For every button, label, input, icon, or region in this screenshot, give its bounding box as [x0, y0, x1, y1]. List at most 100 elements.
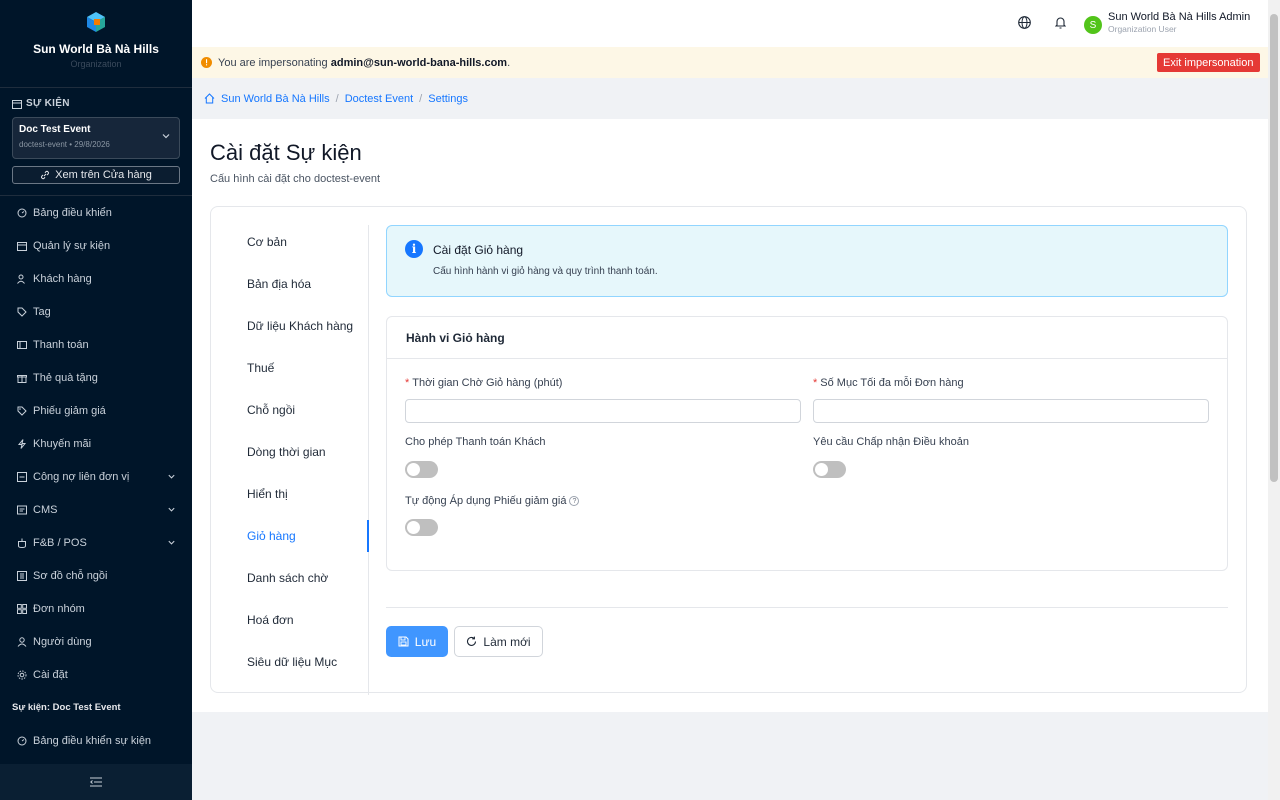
breadcrumb-separator: /	[419, 92, 423, 105]
bell-icon[interactable]	[1055, 16, 1066, 29]
require-terms-toggle[interactable]	[813, 461, 846, 478]
tab-invoice[interactable]: Hoá đơn	[247, 613, 294, 627]
event-nav-group-title: Sự kiện: Doc Test Event	[12, 702, 121, 713]
required-mark: *	[405, 377, 410, 389]
sidebar-item-label: Phiếu giảm giá	[33, 404, 106, 417]
user-menu[interactable]: S Sun World Bà Nà Hills Admin Organizati…	[1084, 11, 1250, 34]
gear-icon	[17, 670, 27, 679]
tab-timeline[interactable]: Dòng thời gian	[247, 445, 326, 459]
page-scrollbar[interactable]	[1268, 0, 1280, 800]
gift-icon	[17, 374, 27, 383]
sidebar-item-label: CMS	[33, 503, 58, 516]
cart-behavior-header: Hành vi Giỏ hàng	[387, 317, 1227, 359]
globe-icon[interactable]	[1018, 16, 1031, 29]
sidebar-item-label: Khuyến mãi	[33, 437, 92, 450]
tab-basic[interactable]: Cơ bản	[247, 235, 287, 249]
top-bar: S Sun World Bà Nà Hills Admin Organizati…	[192, 0, 1268, 47]
breadcrumb-event[interactable]: Doctest Event	[345, 93, 413, 105]
sidebar-item-payments[interactable]: Thanh toán	[0, 328, 192, 361]
org-logo-icon	[87, 12, 105, 32]
view-store-label: Xem trên Cửa hàng	[55, 169, 152, 181]
max-items-input[interactable]	[813, 399, 1209, 423]
breadcrumb-current[interactable]: Settings	[428, 93, 468, 105]
sidebar-item-label: Quản lý sự kiện	[33, 239, 111, 252]
guest-checkout-label: Cho phép Thanh toán Khách	[405, 436, 546, 448]
sidebar-item-gift-cards[interactable]: Thẻ quà tặng	[0, 361, 192, 394]
impersonation-prefix: You are impersonating	[218, 56, 331, 69]
group-order-icon	[17, 603, 27, 614]
cart-timeout-label-text: Thời gian Chờ Giỏ hàng (phút)	[412, 377, 563, 389]
calendar-icon	[17, 241, 27, 251]
sidebar-item-customers[interactable]: Khách hàng	[0, 262, 192, 295]
info-description: Cấu hình hành vi giỏ hàng và quy trình t…	[433, 266, 658, 277]
tab-item-metadata[interactable]: Siêu dữ liệu Mục	[247, 655, 337, 669]
sidebar-item-users[interactable]: Người dùng	[0, 625, 192, 658]
sidebar-item-label: Người dùng	[33, 635, 92, 648]
view-store-button[interactable]: Xem trên Cửa hàng	[12, 166, 180, 184]
sidebar-item-tag[interactable]: Tag	[0, 295, 192, 328]
sidebar-item-inter-unit-debt[interactable]: Công nợ liên đơn vị	[0, 460, 192, 493]
sidebar-item-label: Thanh toán	[33, 338, 89, 351]
info-title: Cài đặt Giỏ hàng	[433, 243, 524, 257]
sidebar-item-settings[interactable]: Cài đặt	[0, 658, 192, 691]
org-brand[interactable]: Sun World Bà Nà Hills Organization	[0, 0, 192, 88]
tab-customer-data[interactable]: Dữ liệu Khách hàng	[247, 319, 353, 333]
promo-icon	[17, 438, 27, 449]
tab-waitlist[interactable]: Danh sách chờ	[247, 571, 328, 585]
breadcrumb: Sun World Bà Nà Hills / Doctest Event / …	[192, 78, 1268, 119]
link-icon	[41, 170, 50, 180]
guest-checkout-toggle[interactable]	[405, 461, 438, 478]
sidebar-item-coupons[interactable]: Phiếu giảm giá	[0, 394, 192, 427]
event-selector[interactable]: Doc Test Event doctest-event • 29/8/2026	[12, 117, 180, 159]
user-role: Organization User	[1108, 24, 1177, 34]
sidebar-item-event-dashboard[interactable]: Bảng điều khiển sự kiện	[0, 724, 192, 757]
page-subtitle: Cấu hình cài đặt cho doctest-event	[210, 173, 380, 185]
tab-cart[interactable]: Giỏ hàng	[247, 529, 296, 543]
debt-icon	[17, 471, 27, 482]
scrollbar-thumb[interactable]	[1270, 14, 1278, 482]
breadcrumb-home[interactable]: Sun World Bà Nà Hills	[221, 93, 330, 105]
reset-button[interactable]: Làm mới	[454, 626, 543, 657]
cms-icon	[17, 505, 27, 514]
page-title: Cài đặt Sự kiện	[210, 140, 362, 165]
sidebar-item-label: Đơn nhóm	[33, 602, 85, 615]
calendar-icon	[12, 99, 22, 109]
sidebar-item-label: Cài đặt	[33, 668, 68, 681]
auto-coupon-label-text: Tự động Áp dụng Phiếu giảm giá	[405, 495, 567, 507]
info-alert: i Cài đặt Giỏ hàng Cấu hình hành vi giỏ …	[386, 225, 1228, 297]
sidebar-item-promotions[interactable]: Khuyến mãi	[0, 427, 192, 460]
required-mark: *	[813, 377, 818, 389]
impersonation-text: You are impersonating admin@sun-world-ba…	[218, 57, 510, 69]
tab-localization[interactable]: Bản địa hóa	[247, 277, 311, 291]
exit-impersonation-button[interactable]: Exit impersonation	[1157, 53, 1260, 72]
sidebar-item-label: Khách hàng	[33, 272, 92, 285]
tab-display[interactable]: Hiển thị	[247, 487, 288, 501]
tab-seating[interactable]: Chỗ ngồi	[247, 403, 295, 417]
sidebar-collapse-button[interactable]	[0, 764, 192, 800]
sidebar-item-group-orders[interactable]: Đơn nhóm	[0, 592, 192, 625]
save-label: Lưu	[414, 634, 437, 649]
menu-fold-icon	[90, 777, 102, 787]
save-button[interactable]: Lưu	[386, 626, 448, 657]
impersonated-email: admin@sun-world-bana-hills.com	[330, 56, 508, 69]
event-selector-meta: doctest-event • 29/8/2026	[19, 140, 110, 149]
sidebar-item-seat-map[interactable]: Sơ đồ chỗ ngồi	[0, 559, 192, 592]
sidebar-item-events[interactable]: Quản lý sự kiện	[0, 229, 192, 262]
sidebar-item-cms[interactable]: CMS	[0, 493, 192, 526]
reset-label: Làm mới	[483, 634, 531, 649]
dashboard-icon	[17, 208, 27, 217]
max-items-label-text: Số Mục Tối đa mỗi Đơn hàng	[820, 377, 964, 389]
sidebar-item-fnb-pos[interactable]: F&B / POS	[0, 526, 192, 559]
help-icon[interactable]: ?	[569, 496, 580, 507]
user-icon	[17, 636, 27, 647]
settings-tabs: Cơ bản Bản địa hóa Dữ liệu Khách hàng Th…	[211, 225, 369, 695]
cart-timeout-input[interactable]	[405, 399, 801, 423]
sidebar-item-label: Bảng điều khiển	[33, 206, 112, 219]
sidebar-item-dashboard[interactable]: Bảng điều khiển	[0, 196, 192, 229]
auto-coupon-toggle[interactable]	[405, 519, 438, 536]
user-info: Sun World Bà Nà Hills Admin Organization…	[1108, 11, 1250, 34]
save-icon	[398, 636, 409, 647]
main-content: Cài đặt Sự kiện Cấu hình cài đặt cho doc…	[192, 119, 1268, 712]
tab-tax[interactable]: Thuế	[247, 361, 274, 375]
event-section-label: SỰ KIỆN	[26, 98, 70, 109]
